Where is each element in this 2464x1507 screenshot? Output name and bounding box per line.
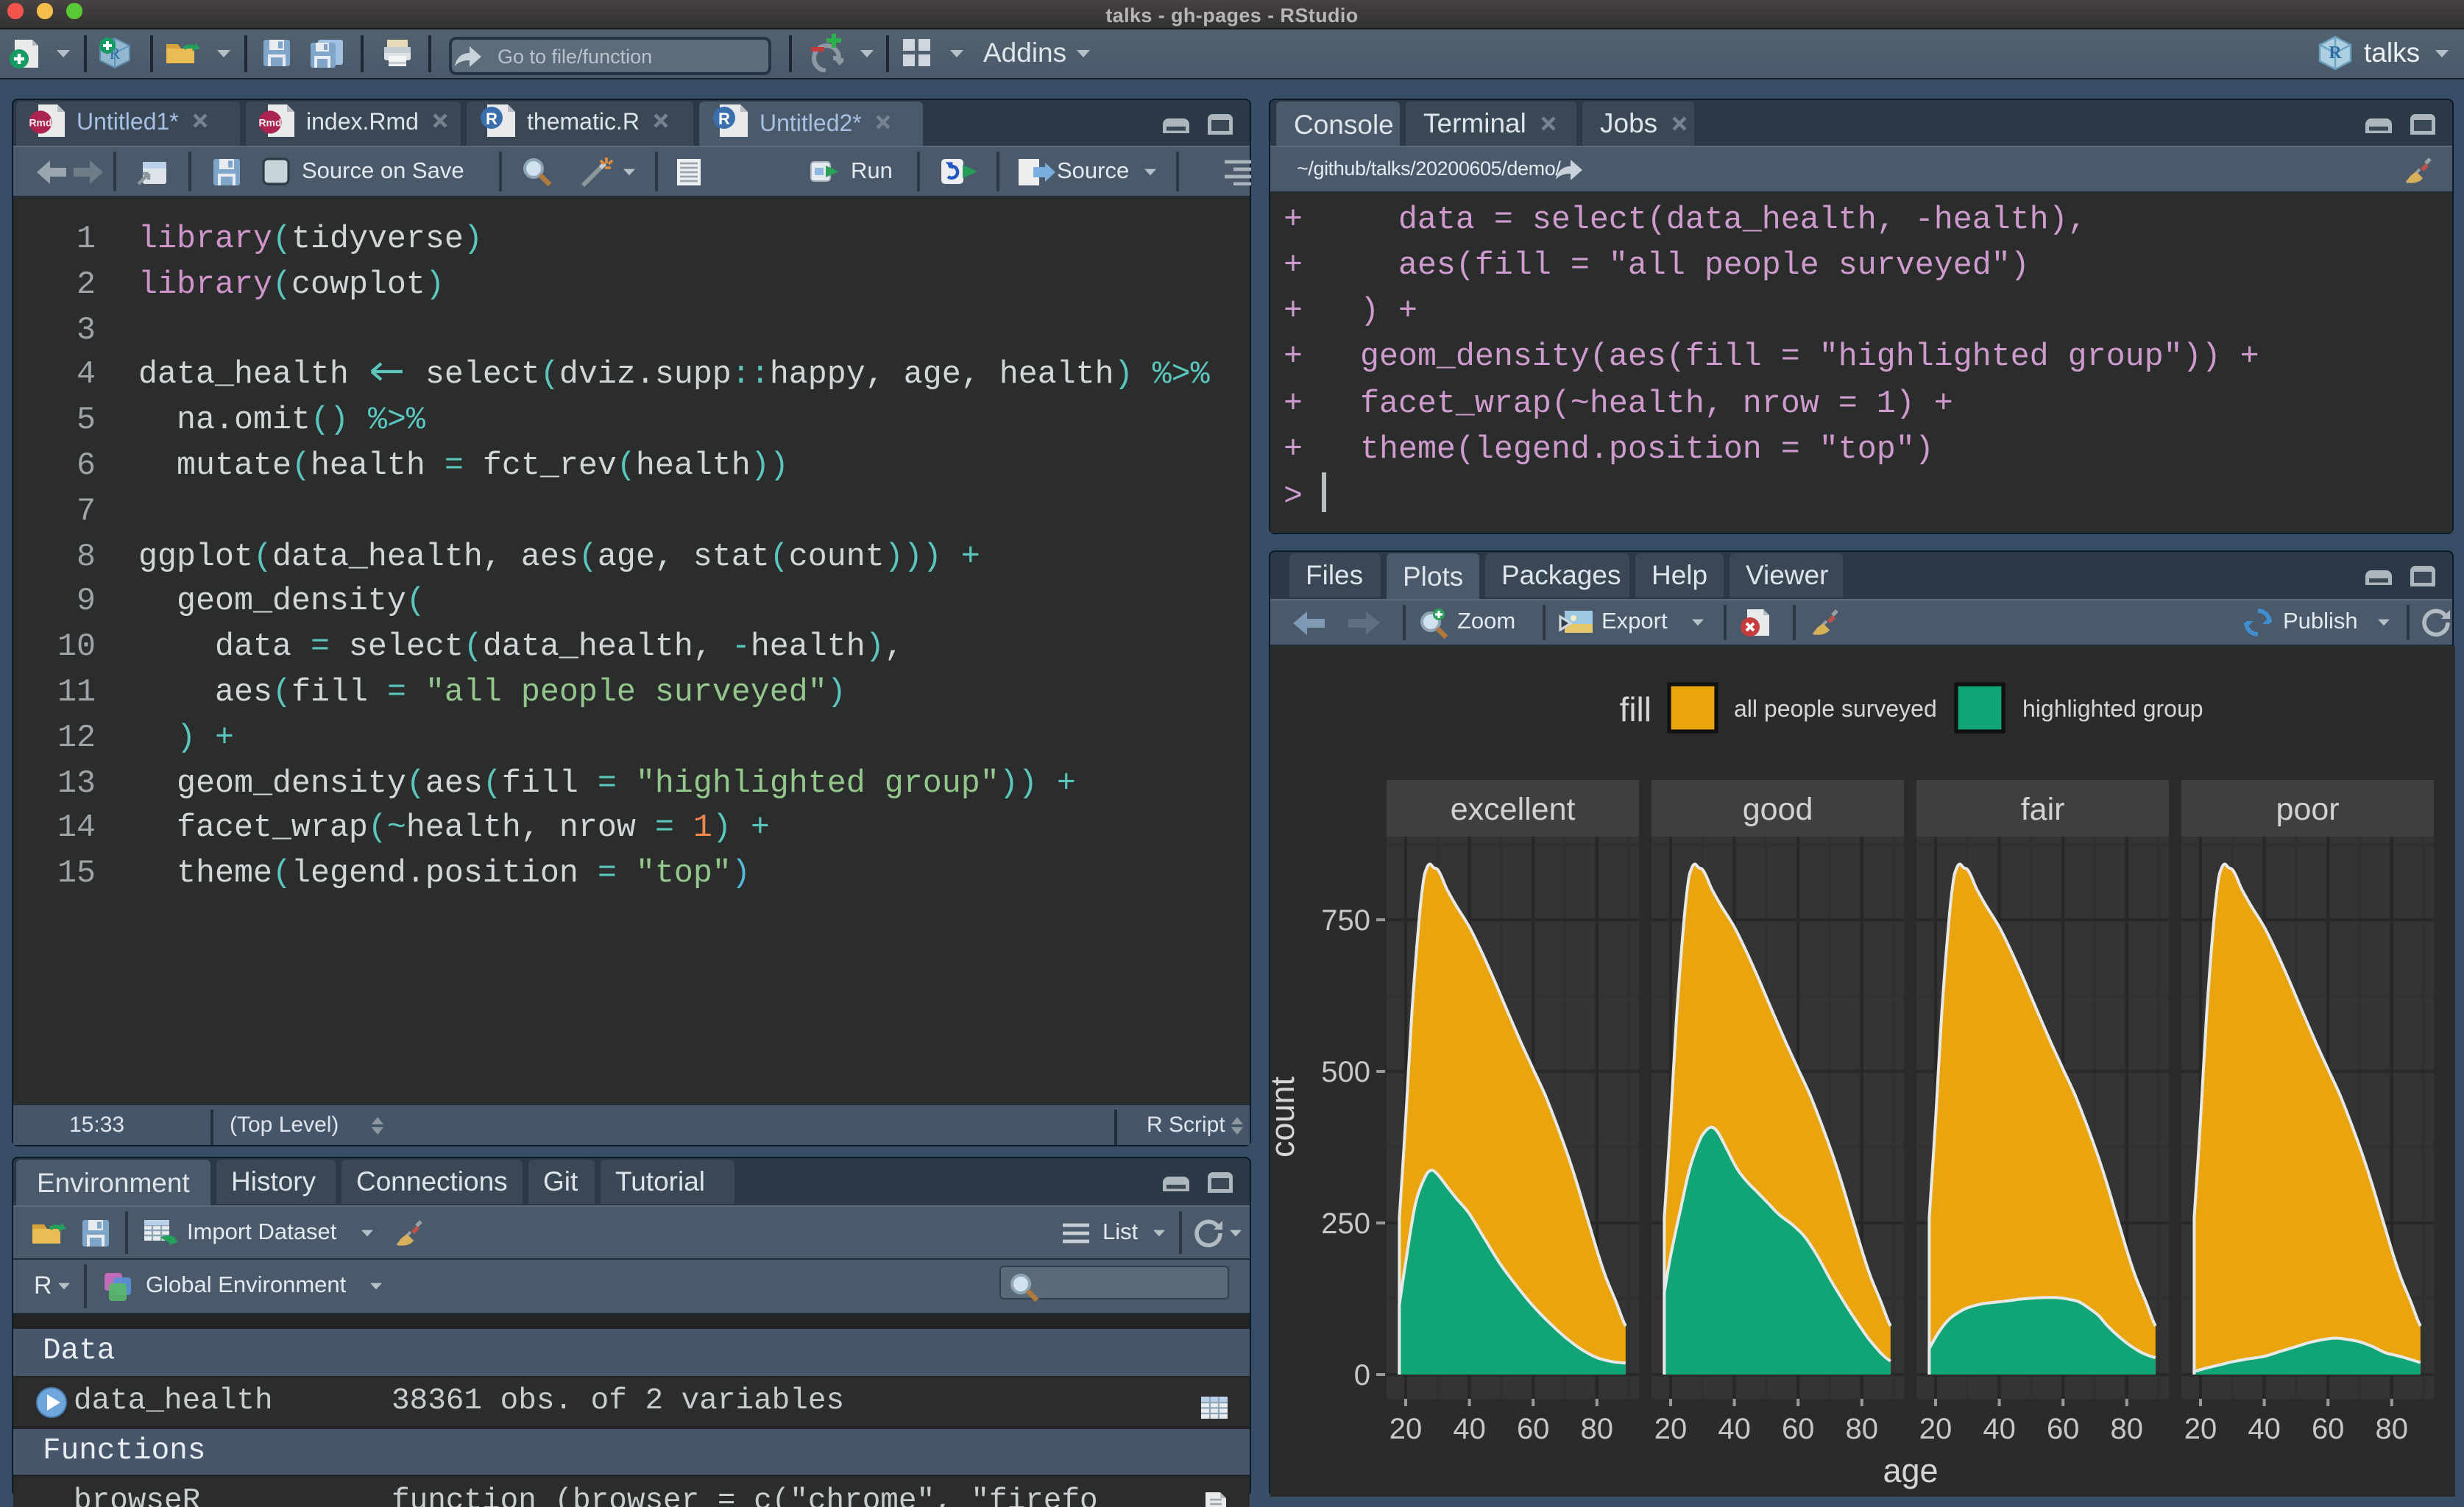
svg-text:all people surveyed: all people surveyed bbox=[1734, 695, 1937, 722]
svg-text:80: 80 bbox=[1846, 1413, 1879, 1445]
svg-text:40: 40 bbox=[1718, 1413, 1751, 1445]
svg-text:Rmd: Rmd bbox=[258, 116, 281, 128]
svg-text:60: 60 bbox=[2312, 1413, 2345, 1445]
svg-text:20: 20 bbox=[1389, 1413, 1423, 1445]
svg-text:250: 250 bbox=[1321, 1208, 1370, 1240]
svg-text:Rmd: Rmd bbox=[29, 116, 52, 128]
svg-text:750: 750 bbox=[1321, 904, 1370, 937]
svg-text:40: 40 bbox=[1453, 1413, 1486, 1445]
svg-text:R: R bbox=[486, 109, 498, 127]
svg-text:60: 60 bbox=[1517, 1413, 1550, 1445]
svg-text:fair: fair bbox=[2021, 792, 2065, 827]
svg-text:fill: fill bbox=[1620, 690, 1651, 728]
svg-text:20: 20 bbox=[1654, 1413, 1688, 1445]
svg-text:R: R bbox=[718, 110, 730, 128]
svg-text:good: good bbox=[1743, 792, 1813, 827]
svg-text:40: 40 bbox=[2248, 1413, 2281, 1445]
svg-text:20: 20 bbox=[2184, 1413, 2217, 1445]
svg-text:count: count bbox=[1270, 1076, 1301, 1157]
svg-text:highlighted group: highlighted group bbox=[2022, 695, 2203, 722]
svg-text:80: 80 bbox=[2376, 1413, 2409, 1445]
svg-text:60: 60 bbox=[2047, 1413, 2080, 1445]
svg-text:40: 40 bbox=[1983, 1413, 2016, 1445]
svg-text:80: 80 bbox=[1581, 1413, 1614, 1445]
svg-text:R: R bbox=[2329, 43, 2342, 63]
svg-text:excellent: excellent bbox=[1451, 792, 1576, 827]
svg-text:80: 80 bbox=[2111, 1413, 2144, 1445]
svg-text:poor: poor bbox=[2276, 792, 2340, 827]
svg-text:0: 0 bbox=[1354, 1359, 1370, 1391]
svg-text:500: 500 bbox=[1321, 1056, 1370, 1088]
svg-text:age: age bbox=[1883, 1452, 1938, 1489]
svg-text:20: 20 bbox=[1919, 1413, 1953, 1445]
svg-text:60: 60 bbox=[1782, 1413, 1815, 1445]
